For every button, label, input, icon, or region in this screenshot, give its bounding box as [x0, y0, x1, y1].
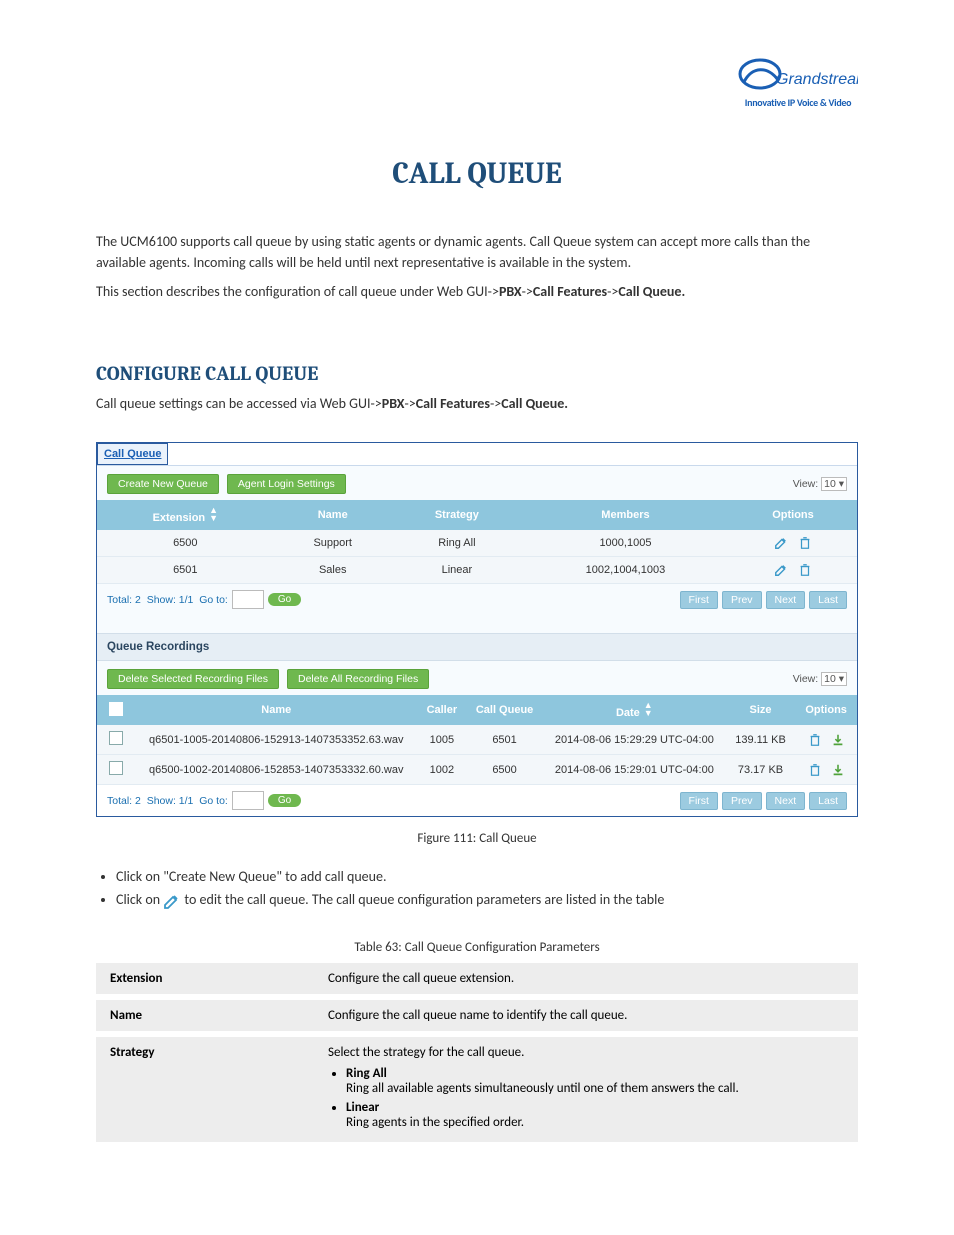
download-icon[interactable]	[831, 763, 845, 777]
queue-row: 6500 Support Ring All 1000,1005	[97, 530, 857, 557]
agent-login-settings-button[interactable]: Agent Login Settings	[227, 474, 346, 494]
col-extension[interactable]: Extension▲▼	[97, 500, 274, 530]
pager-next[interactable]: Next	[766, 792, 806, 810]
section-title-configure: CONFIGURE CALL QUEUE	[96, 362, 858, 385]
queue-pager: Total: 2 Show: 1/1 Go to: Go First Prev …	[97, 584, 857, 615]
bullet-create: Click on "Create New Queue" to add call …	[116, 868, 858, 885]
pager-last[interactable]: Last	[809, 591, 847, 609]
edit-icon[interactable]	[774, 536, 788, 550]
config-line: Call queue settings can be accessed via …	[96, 393, 858, 414]
param-row: Name Configure the call queue name to id…	[96, 997, 858, 1034]
rec-col-date[interactable]: Date▲▼	[543, 695, 726, 725]
param-row: Extension Configure the call queue exten…	[96, 963, 858, 997]
recordings-table: Name Caller Call Queue Date▲▼ Size Optio…	[97, 695, 857, 785]
view-select[interactable]: 10 ▾	[821, 477, 847, 491]
delete-all-recordings-button[interactable]: Delete All Recording Files	[287, 669, 429, 689]
parameter-table: Extension Configure the call queue exten…	[96, 963, 858, 1148]
pager-prev[interactable]: Prev	[722, 792, 762, 810]
brand-name: Grandstream	[776, 71, 858, 88]
rec-col-caller[interactable]: Caller	[418, 695, 467, 725]
pager-first[interactable]: First	[680, 591, 718, 609]
download-icon[interactable]	[831, 733, 845, 747]
rec-col-callqueue[interactable]: Call Queue	[466, 695, 543, 725]
goto-button[interactable]: Go	[268, 794, 301, 807]
delete-selected-recordings-button[interactable]: Delete Selected Recording Files	[107, 669, 279, 689]
view-selector: View: 10 ▾	[793, 478, 847, 490]
view-select[interactable]: 10 ▾	[821, 672, 847, 686]
brand-logo: Grandstream Innovative IP Voice & Video	[738, 56, 858, 109]
col-options: Options	[729, 500, 857, 530]
delete-icon[interactable]	[798, 563, 812, 577]
pager-last[interactable]: Last	[809, 792, 847, 810]
select-all-checkbox[interactable]	[97, 695, 135, 725]
delete-icon[interactable]	[798, 536, 812, 550]
param-row: Strategy Select the strategy for the cal…	[96, 1034, 858, 1145]
delete-icon[interactable]	[808, 763, 822, 777]
goto-page-input[interactable]	[232, 590, 264, 609]
col-strategy[interactable]: Strategy	[392, 500, 522, 530]
recording-row: q6500-1002-20140806-152853-1407353332.60…	[97, 755, 857, 785]
queue-table: Extension▲▼ Name Strategy Members Option…	[97, 500, 857, 584]
pager-next[interactable]: Next	[766, 591, 806, 609]
rec-col-options: Options	[795, 695, 857, 725]
queue-recordings-header: Queue Recordings	[97, 633, 857, 661]
page-main-title: CALL QUEUE	[96, 156, 858, 191]
recordings-pager: Total: 2 Show: 1/1 Go to: Go First Prev …	[97, 785, 857, 816]
pager-first[interactable]: First	[680, 792, 718, 810]
goto-button[interactable]: Go	[268, 593, 301, 606]
goto-page-input[interactable]	[232, 791, 264, 810]
table-caption: Table 63: Call Queue Configuration Param…	[96, 940, 858, 955]
col-name[interactable]: Name	[274, 500, 392, 530]
create-new-queue-button[interactable]: Create New Queue	[107, 474, 219, 494]
col-members[interactable]: Members	[522, 500, 729, 530]
figure-caption: Figure 111: Call Queue	[96, 831, 858, 846]
edit-icon[interactable]	[774, 563, 788, 577]
intro-paragraph-2: This section describes the configuration…	[96, 281, 858, 302]
bullet-edit: Click on to edit the call queue. The cal…	[116, 891, 858, 910]
brand-tagline: Innovative IP Voice & Video	[738, 96, 858, 109]
queue-row: 6501 Sales Linear 1002,1004,1003	[97, 557, 857, 584]
view-selector: View: 10 ▾	[793, 673, 847, 685]
intro-paragraph-1: The UCM6100 supports call queue by using…	[96, 231, 858, 273]
rec-col-size[interactable]: Size	[726, 695, 796, 725]
call-queue-screenshot: Call Queue Create New Queue Agent Login …	[96, 442, 858, 817]
ss-panel-title: Call Queue	[97, 443, 168, 465]
row-checkbox	[109, 761, 123, 775]
bullet-list: Click on "Create New Queue" to add call …	[96, 868, 858, 910]
delete-icon[interactable]	[808, 733, 822, 747]
rec-col-name[interactable]: Name	[135, 695, 418, 725]
edit-icon	[163, 892, 181, 910]
recording-row: q6501-1005-20140806-152913-1407353352.63…	[97, 725, 857, 755]
pager-prev[interactable]: Prev	[722, 591, 762, 609]
row-checkbox	[109, 731, 123, 745]
